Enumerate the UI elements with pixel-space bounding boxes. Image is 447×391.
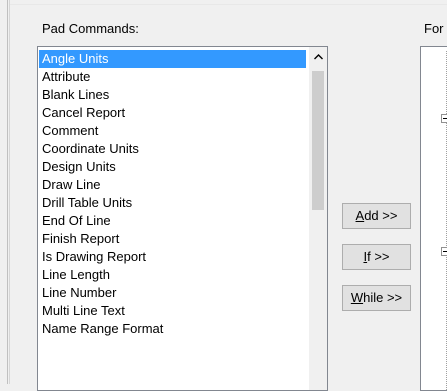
while-button[interactable]: While >> — [342, 285, 411, 311]
pad-commands-label: Pad Commands: — [42, 21, 139, 36]
list-item[interactable]: Cancel Report — [39, 104, 306, 122]
list-item[interactable]: Angle Units — [39, 50, 306, 68]
panel-divider — [7, 0, 8, 384]
add-button[interactable]: Add >> — [342, 203, 411, 229]
list-item[interactable]: Design Units — [39, 158, 306, 176]
list-item[interactable]: Comment — [39, 122, 306, 140]
pad-commands-listbox[interactable]: Angle Units Attribute Blank Lines Cancel Re… — [37, 46, 328, 391]
list-item[interactable]: Line Length — [39, 266, 306, 284]
while-mnemonic: W — [350, 290, 364, 305]
add-mnemonic: A — [355, 208, 365, 223]
scroll-up-button[interactable] — [309, 47, 327, 67]
scrollbar-thumb[interactable] — [312, 71, 324, 210]
list-item[interactable]: Name Range Format — [39, 320, 306, 338]
if-label: f >> — [367, 249, 390, 264]
list-item[interactable]: End Of Line — [39, 212, 306, 230]
chevron-up-icon — [313, 54, 323, 60]
panel-divider-highlight — [9, 0, 10, 384]
minus-box-icon[interactable] — [441, 114, 447, 123]
dialog-panel: Pad Commands: For Angle Units Attribute Bl… — [0, 0, 447, 391]
add-label: dd >> — [364, 208, 398, 223]
pad-commands-items: Angle Units Attribute Blank Lines Cancel Re… — [39, 50, 306, 338]
list-item[interactable]: Draw Line — [39, 176, 306, 194]
if-button[interactable]: If >> — [342, 244, 411, 270]
list-item[interactable]: Line Number — [39, 284, 306, 302]
while-label: hile >> — [363, 290, 403, 305]
vertical-scrollbar[interactable] — [309, 47, 327, 390]
list-item[interactable]: Finish Report — [39, 230, 306, 248]
minus-box-icon[interactable] — [441, 247, 447, 256]
panel-top-edge — [10, 4, 447, 5]
list-item[interactable]: Multi Line Text — [39, 302, 306, 320]
format-label: For — [424, 21, 444, 36]
format-tree[interactable] — [420, 46, 447, 391]
list-item[interactable]: Drill Table Units — [39, 194, 306, 212]
list-item[interactable]: Attribute — [39, 68, 306, 86]
list-item[interactable]: Coordinate Units — [39, 140, 306, 158]
list-item[interactable]: Is Drawing Report — [39, 248, 306, 266]
list-item[interactable]: Blank Lines — [39, 86, 306, 104]
